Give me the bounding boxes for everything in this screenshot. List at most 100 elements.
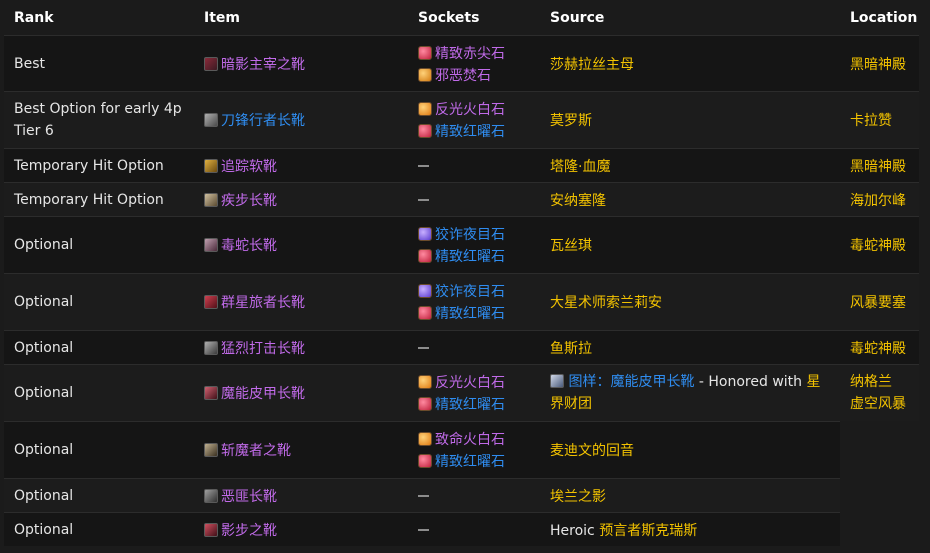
boot-icon[interactable] xyxy=(204,158,218,173)
orange-gem-icon[interactable] xyxy=(418,67,432,82)
gem-link[interactable]: 精致红曜石 xyxy=(435,451,505,471)
rank-cell: Best xyxy=(4,35,194,91)
purple-gem-icon[interactable] xyxy=(418,227,432,241)
red-gem-icon[interactable] xyxy=(418,397,432,411)
no-sockets-dash xyxy=(418,346,429,349)
header-rank[interactable]: Rank xyxy=(4,0,194,35)
header-location[interactable]: Location xyxy=(840,0,919,35)
item-link[interactable]: 追踪软靴 xyxy=(221,156,277,176)
rank-cell: Optional xyxy=(4,273,194,330)
source-cell[interactable]: 塔隆·血魔 xyxy=(540,148,840,182)
boot-icon[interactable] xyxy=(204,386,218,400)
table-row: Optional 恶匪长靴 埃兰之影 xyxy=(4,478,919,512)
table-row: Temporary Hit Option 追踪软靴 塔隆·血魔 黑暗神殿 xyxy=(4,148,919,182)
item-link[interactable]: 刀锋行者长靴 xyxy=(221,110,305,130)
gem-link[interactable]: 精致红曜石 xyxy=(435,246,505,266)
location-cell xyxy=(840,478,919,512)
orange-gem-icon[interactable] xyxy=(418,375,432,389)
header-item[interactable]: Item xyxy=(194,0,408,35)
pattern-link[interactable]: 图样：魔能皮甲长靴 xyxy=(568,374,694,390)
orange-gem-icon[interactable] xyxy=(418,432,432,446)
difficulty-label: Heroic xyxy=(550,522,600,539)
gem-link[interactable]: 邪恶焚石 xyxy=(435,65,491,85)
item-link[interactable]: 猛烈打击长靴 xyxy=(221,338,305,358)
item-link[interactable]: 群星旅者长靴 xyxy=(221,292,305,312)
location-cell[interactable]: 毒蛇神殿 xyxy=(840,330,919,364)
item-link[interactable]: 影步之靴 xyxy=(221,520,277,540)
location-cell[interactable]: 纳格兰 虚空风暴 xyxy=(840,364,919,421)
sockets-cell xyxy=(408,182,540,216)
source-cell[interactable]: 莫罗斯 xyxy=(540,91,840,148)
item-cell: 刀锋行者长靴 xyxy=(194,91,408,148)
gem-link[interactable]: 反光火白石 xyxy=(435,372,505,392)
gem-link[interactable]: 致命火白石 xyxy=(435,429,505,449)
location-cell[interactable]: 海加尔峰 xyxy=(840,182,919,216)
rank-cell: Optional xyxy=(4,364,194,421)
boot-icon[interactable] xyxy=(204,113,218,127)
no-sockets-dash xyxy=(418,198,429,201)
boot-icon[interactable] xyxy=(204,522,218,537)
boot-icon[interactable] xyxy=(204,238,218,252)
gem-link[interactable]: 狡诈夜目石 xyxy=(435,281,505,301)
source-cell[interactable]: 麦迪文的回音 xyxy=(540,421,840,478)
gem-link[interactable]: 精致红曜石 xyxy=(435,394,505,414)
source-cell: 图样：魔能皮甲长靴 - Honored with 星界财团 xyxy=(540,364,840,421)
item-cell: 暗影主宰之靴 xyxy=(194,35,408,91)
orange-gem-icon[interactable] xyxy=(418,102,432,116)
location-cell[interactable]: 黑暗神殿 xyxy=(840,35,919,91)
rank-cell: Temporary Hit Option xyxy=(4,182,194,216)
location-cell[interactable]: 毒蛇神殿 xyxy=(840,216,919,273)
rank-cell: Optional xyxy=(4,330,194,364)
table-row: Temporary Hit Option 疾步长靴 安纳塞隆 海加尔峰 xyxy=(4,182,919,216)
red-gem-icon[interactable] xyxy=(418,306,432,320)
table-row: Optional 毒蛇长靴 狡诈夜目石 精致红曜石 瓦丝琪 毒蛇神殿 xyxy=(4,216,919,273)
no-sockets-dash xyxy=(418,528,429,531)
source-cell[interactable]: 埃兰之影 xyxy=(540,478,840,512)
boot-icon[interactable] xyxy=(204,56,218,71)
gem-link[interactable]: 反光火白石 xyxy=(435,99,505,119)
source-note: - Honored with xyxy=(694,374,807,390)
item-cell: 恶匪长靴 xyxy=(194,478,408,512)
source-cell[interactable]: 鱼斯拉 xyxy=(540,330,840,364)
boot-icon[interactable] xyxy=(204,192,218,207)
red-gem-icon[interactable] xyxy=(418,454,432,468)
table-row: Best 暗影主宰之靴 精致赤尖石 邪恶焚石 莎赫拉丝主母 黑暗神殿 xyxy=(4,35,919,91)
source-cell: Heroic 预言者斯克瑞斯 xyxy=(540,512,840,546)
boot-icon[interactable] xyxy=(204,340,218,355)
pattern-icon[interactable] xyxy=(550,374,564,388)
boot-icon[interactable] xyxy=(204,443,218,457)
source-cell[interactable]: 大星术师索兰莉安 xyxy=(540,273,840,330)
location-cell[interactable]: 风暴要塞 xyxy=(840,273,919,330)
boot-icon[interactable] xyxy=(204,488,218,503)
red-gem-icon[interactable] xyxy=(418,249,432,263)
boss-link[interactable]: 预言者斯克瑞斯 xyxy=(599,523,697,539)
item-link[interactable]: 毒蛇长靴 xyxy=(221,235,277,255)
sockets-cell xyxy=(408,330,540,364)
rank-cell: Optional xyxy=(4,421,194,478)
gem-link[interactable]: 精致红曜石 xyxy=(435,121,505,141)
item-link[interactable]: 斩魔者之靴 xyxy=(221,440,291,460)
gem-link[interactable]: 精致红曜石 xyxy=(435,303,505,323)
red-gem-icon[interactable] xyxy=(418,124,432,138)
item-link[interactable]: 恶匪长靴 xyxy=(221,486,277,506)
header-sockets[interactable]: Sockets xyxy=(408,0,540,35)
sockets-cell xyxy=(408,512,540,546)
boot-icon[interactable] xyxy=(204,295,218,309)
location-cell xyxy=(840,421,919,478)
header-source[interactable]: Source xyxy=(540,0,840,35)
item-link[interactable]: 疾步长靴 xyxy=(221,190,277,210)
purple-gem-icon[interactable] xyxy=(418,284,432,298)
source-cell[interactable]: 莎赫拉丝主母 xyxy=(540,35,840,91)
gem-link[interactable]: 精致赤尖石 xyxy=(435,43,505,63)
red-gem-icon[interactable] xyxy=(418,45,432,60)
location-cell[interactable]: 卡拉赞 xyxy=(840,91,919,148)
location-cell xyxy=(840,512,919,546)
location-cell[interactable]: 黑暗神殿 xyxy=(840,148,919,182)
gem-link[interactable]: 狡诈夜目石 xyxy=(435,224,505,244)
item-link[interactable]: 暗影主宰之靴 xyxy=(221,54,305,74)
table-header-row: Rank Item Sockets Source Location xyxy=(4,0,919,35)
item-link[interactable]: 魔能皮甲长靴 xyxy=(221,383,305,403)
source-cell[interactable]: 安纳塞隆 xyxy=(540,182,840,216)
sockets-cell: 狡诈夜目石 精致红曜石 xyxy=(408,273,540,330)
source-cell[interactable]: 瓦丝琪 xyxy=(540,216,840,273)
